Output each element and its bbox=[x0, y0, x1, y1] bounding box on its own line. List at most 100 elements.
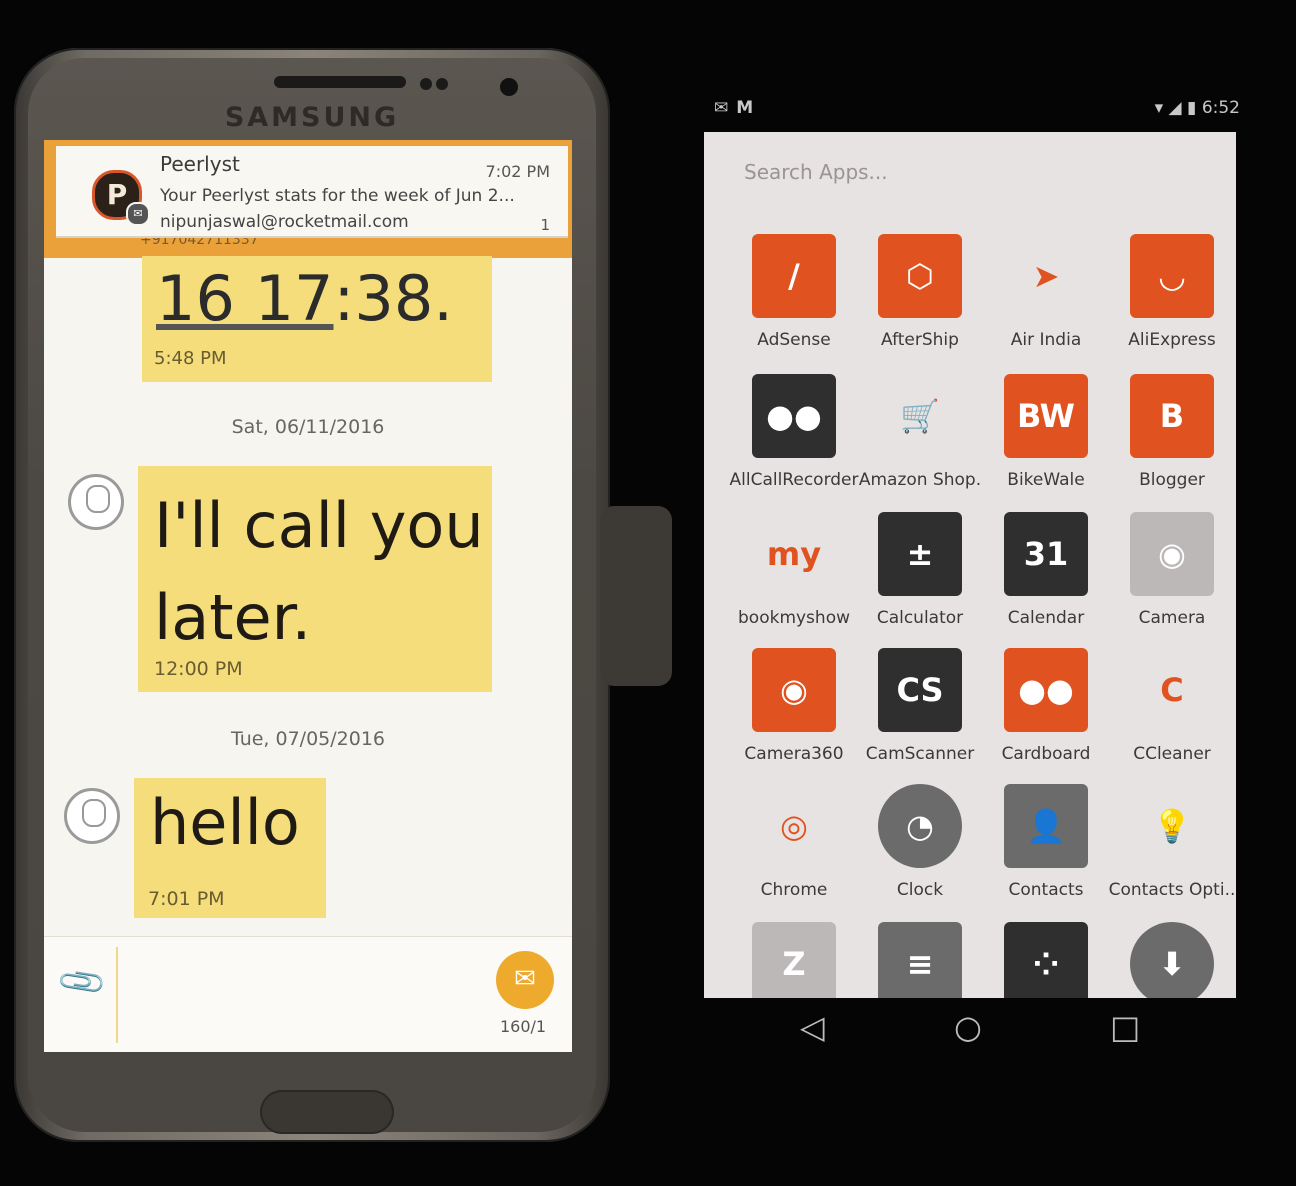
message-time: 12:00 PM bbox=[154, 658, 243, 680]
compose-bar: 📎 ✉ 160/1 bbox=[44, 936, 572, 1052]
blogger-icon: B bbox=[1130, 374, 1214, 458]
message-link[interactable]: 16 17 bbox=[156, 262, 334, 335]
app-label: Camera bbox=[1138, 608, 1206, 628]
app-label: Chrome bbox=[760, 880, 828, 900]
app-label: Blogger bbox=[1139, 470, 1205, 490]
dominos-icon: ⁘ bbox=[1004, 922, 1088, 998]
back-icon[interactable]: ◁ bbox=[800, 1008, 825, 1046]
app-label: AllCallRecorder bbox=[729, 470, 859, 490]
envelope-icon: ✉ bbox=[514, 964, 536, 994]
contact-avatar-icon[interactable] bbox=[68, 474, 124, 530]
notification-email: nipunjaswal@rocketmail.com bbox=[160, 212, 409, 232]
android-nav-bar: ◁ ○ □ bbox=[770, 1008, 1190, 1058]
app-aftership[interactable]: ⬡ AfterShip bbox=[856, 234, 984, 364]
bookmyshow-icon: my bbox=[766, 535, 822, 573]
status-time: 6:52 bbox=[1201, 98, 1240, 118]
date-divider: Sat, 06/11/2016 bbox=[231, 416, 385, 438]
app-amazon-shop[interactable]: 🛒 Amazon Shop. bbox=[856, 374, 984, 504]
notification-count: 1 bbox=[540, 216, 550, 234]
calendar-icon: 31 bbox=[1004, 512, 1088, 596]
notification-card[interactable]: P ✉ Peerlyst 7:02 PM Your Peerlyst stats… bbox=[56, 146, 568, 238]
app-label: Air India bbox=[1010, 330, 1082, 350]
camscanner-icon: CS bbox=[878, 648, 962, 732]
message-bubble[interactable]: 16 17:38. 5:48 PM bbox=[142, 256, 492, 382]
ccleaner-icon: C bbox=[1160, 671, 1184, 709]
app-label: Calculator bbox=[876, 608, 964, 628]
app-camscanner[interactable]: CS CamScanner bbox=[856, 648, 984, 778]
docs-icon: ≡ bbox=[878, 922, 962, 998]
earpiece-speaker bbox=[274, 76, 406, 88]
message-text-tail: :38. bbox=[333, 262, 454, 335]
app-calendar[interactable]: 31 Calendar bbox=[982, 512, 1110, 642]
app-allcallrecorder[interactable]: ●● AllCallRecorder bbox=[730, 374, 859, 504]
home-button[interactable] bbox=[260, 1090, 394, 1134]
notification-time: 7:02 PM bbox=[485, 162, 550, 181]
app-label: AfterShip bbox=[881, 330, 959, 350]
app-bookmyshow[interactable]: my bookmyshow bbox=[730, 512, 858, 642]
notification-body: Your Peerlyst stats for the week of Jun … bbox=[160, 186, 515, 206]
app-camera[interactable]: ◉ Camera bbox=[1108, 512, 1236, 642]
aftership-icon: ⬡ bbox=[878, 234, 962, 318]
app-adsense[interactable]: / AdSense bbox=[730, 234, 858, 364]
message-input[interactable] bbox=[116, 947, 118, 1043]
app-air-india[interactable]: ➤ Air India bbox=[982, 234, 1110, 364]
send-button[interactable]: ✉ bbox=[496, 951, 554, 1009]
adsense-icon: / bbox=[752, 234, 836, 318]
app-label: Contacts bbox=[1008, 880, 1084, 900]
message-time: 5:48 PM bbox=[154, 348, 227, 369]
app-label: CamScanner bbox=[865, 744, 975, 764]
app-label: Calendar bbox=[1007, 608, 1085, 628]
app-contacts-opti[interactable]: 💡 Contacts Opti.. bbox=[1108, 784, 1236, 914]
aliexpress-icon: ◡ bbox=[1130, 234, 1214, 318]
app-label: Contacts Opti.. bbox=[1108, 880, 1236, 900]
recents-icon[interactable]: □ bbox=[1110, 1008, 1140, 1046]
search-apps-input[interactable]: Search Apps... bbox=[744, 160, 888, 184]
messaging-screen: +917042711337 P ✉ Peerlyst 7:02 PM Your … bbox=[44, 140, 572, 1052]
app-dominos[interactable]: ⁘ bbox=[982, 922, 1110, 998]
app-label: AdSense bbox=[757, 330, 831, 350]
phone-brand-logo: SAMSUNG bbox=[224, 102, 400, 133]
app-label: Camera360 bbox=[744, 744, 844, 764]
call-recorder-icon: ●● bbox=[752, 374, 836, 458]
status-left-icons: ✉M bbox=[714, 98, 762, 118]
chrome-icon: ◎ bbox=[780, 807, 808, 845]
proximity-sensor bbox=[420, 78, 432, 90]
download-icon: ⬇ bbox=[1130, 922, 1214, 998]
message-bubble[interactable]: hello 7:01 PM bbox=[134, 778, 326, 918]
zomato-icon: Z bbox=[752, 922, 836, 998]
app-ccleaner[interactable]: C CCleaner bbox=[1108, 648, 1236, 778]
gmail-icon: M bbox=[736, 98, 762, 118]
app-camera360[interactable]: ◉ Camera360 bbox=[730, 648, 858, 778]
app-bikewale[interactable]: BW BikeWale bbox=[982, 374, 1110, 504]
contacts-optimizer-icon: 💡 bbox=[1152, 807, 1192, 845]
light-sensor bbox=[436, 78, 448, 90]
message-text: hello bbox=[150, 786, 300, 859]
app-chrome[interactable]: ◎ Chrome bbox=[730, 784, 858, 914]
clock-icon: ◔ bbox=[878, 784, 962, 868]
character-counter: 160/1 bbox=[500, 1017, 547, 1036]
app-label: Clock bbox=[896, 880, 944, 900]
date-divider: Tue, 07/05/2016 bbox=[230, 728, 386, 750]
app-docs[interactable]: ≡ bbox=[856, 922, 984, 998]
contact-avatar-icon[interactable] bbox=[64, 788, 120, 844]
bikewale-icon: BW bbox=[1004, 374, 1088, 458]
camera-icon: ◉ bbox=[1130, 512, 1214, 596]
app-clock[interactable]: ◔ Clock bbox=[856, 784, 984, 914]
app-aliexpress[interactable]: ◡ AliExpress bbox=[1108, 234, 1236, 364]
app-drawer: Search Apps... / AdSense ⬡ AfterShip ➤ Air In… bbox=[704, 132, 1236, 998]
android-status-bar: ✉M ▾ ◢ ▮ 6:52 bbox=[714, 96, 1244, 124]
app-label: BikeWale bbox=[1007, 470, 1085, 490]
attach-paperclip-icon[interactable]: 📎 bbox=[54, 955, 109, 1010]
app-contacts[interactable]: 👤 Contacts bbox=[982, 784, 1110, 914]
app-blogger[interactable]: B Blogger bbox=[1108, 374, 1236, 504]
app-download[interactable]: ⬇ bbox=[1108, 922, 1236, 998]
home-icon[interactable]: ○ bbox=[954, 1008, 982, 1046]
message-bubble[interactable]: I'll call you later. 12:00 PM bbox=[138, 466, 492, 692]
message-text: I'll call you later. bbox=[154, 489, 484, 654]
app-cardboard[interactable]: ●● Cardboard bbox=[982, 648, 1110, 778]
app-zomato[interactable]: Z bbox=[730, 922, 858, 998]
app-calculator[interactable]: ± Calculator bbox=[856, 512, 984, 642]
message-badge-icon: ✉ bbox=[126, 202, 150, 226]
contacts-icon: 👤 bbox=[1004, 784, 1088, 868]
message-time: 7:01 PM bbox=[148, 888, 225, 910]
